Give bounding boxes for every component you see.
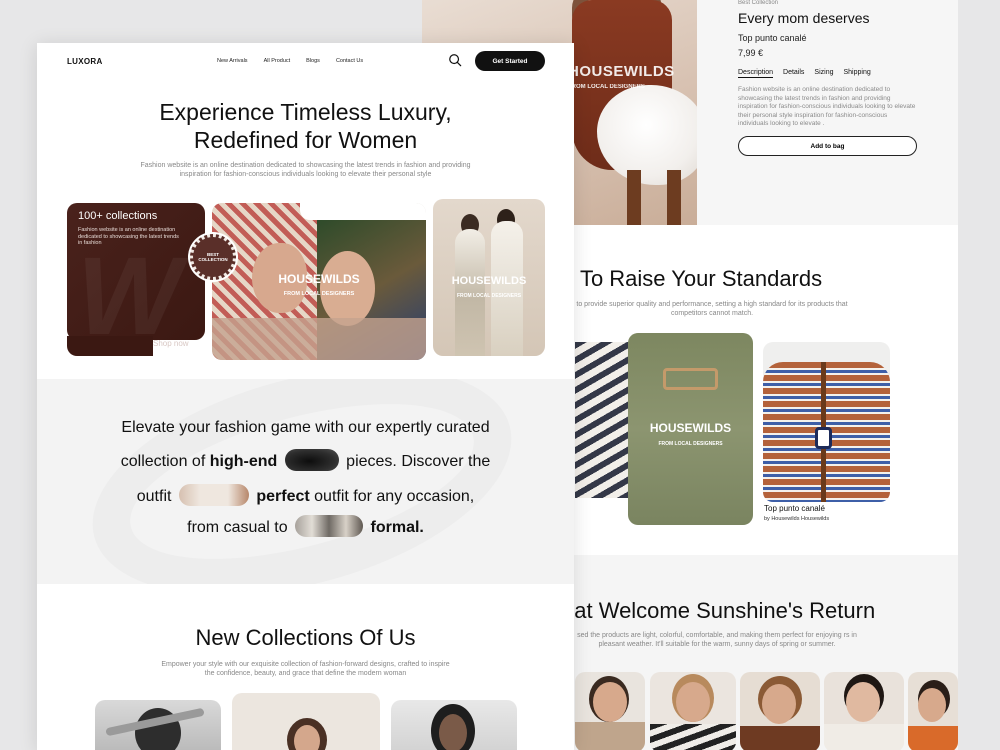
statement-section: Elevate your fashion game with our exper…: [37, 379, 574, 584]
top-navbar: LUXORA New Arrivals All Product Blogs Co…: [37, 43, 574, 79]
tab-sizing[interactable]: Sizing: [814, 69, 833, 78]
hero-watermark-sub: FROM LOCAL DESIGNERS: [568, 84, 645, 90]
collection-item[interactable]: [232, 693, 380, 750]
nav-blogs[interactable]: Blogs: [306, 58, 320, 64]
right-card-watermark: HOUSEWILDS: [451, 275, 527, 287]
hero-title: Experience Timeless Luxury, Redefined fo…: [37, 98, 574, 154]
nav-links: New Arrivals All Product Blogs Contact U…: [217, 58, 363, 64]
brand-logo[interactable]: LUXORA: [67, 57, 103, 66]
right-card-watermark-sub: FROM LOCAL DESIGNERS: [456, 293, 522, 299]
product-description: Fashion website is an online destination…: [738, 86, 916, 127]
hero-description: Fashion website is an online destination…: [140, 162, 471, 178]
model-thumbnail[interactable]: [650, 672, 736, 750]
model-thumbnail[interactable]: [908, 672, 958, 750]
best-collection-badge: BEST COLLECTION: [190, 234, 236, 280]
mid-card-watermark: HOUSEWILDS: [278, 272, 360, 286]
tab-shipping[interactable]: Shipping: [844, 69, 871, 78]
statement-line1: Elevate your fashion game with our exper…: [121, 419, 490, 436]
outfit-thumbnail: [178, 484, 249, 506]
sunshine-text: sed the products are light, colorful, co…: [577, 632, 857, 648]
model-thumbnail[interactable]: [824, 672, 904, 750]
collections-description: Empower your style with our exquisite co…: [161, 661, 450, 677]
collection-item[interactable]: [95, 700, 221, 750]
high-end-thumbnail: [284, 449, 339, 471]
hero-watermark: HOUSEWILDS: [568, 63, 675, 80]
product-eyebrow: Best Collection: [738, 0, 779, 6]
product-card-watermark: HOUSEWILDS: [649, 421, 732, 435]
model-thumbnail[interactable]: [575, 672, 645, 750]
nav-contact-us[interactable]: Contact Us: [336, 58, 363, 64]
shop-now-link[interactable]: Shop now: [153, 339, 189, 348]
statement-line2: collection of high-end pieces. Discover …: [37, 449, 574, 473]
mid-card-watermark-sub: FROM LOCAL DESIGNERS: [283, 291, 355, 297]
get-started-button[interactable]: Get Started: [475, 51, 545, 71]
badge-line2: COLLECTION: [198, 257, 228, 262]
add-to-bag-button[interactable]: Add to bag: [738, 136, 917, 156]
nav-new-arrivals[interactable]: New Arrivals: [217, 58, 248, 64]
product-price: 7,99 €: [738, 48, 764, 58]
product-card-watermark-sub: FROM LOCAL DESIGNERS: [658, 441, 723, 447]
hero-title-line2: Redefined for Women: [193, 127, 418, 153]
collections-card[interactable]: W 100+ collections Fashion website is an…: [67, 203, 205, 340]
collection-item[interactable]: [391, 700, 517, 750]
collections-count: 100+ collections: [78, 210, 158, 222]
search-icon[interactable]: [448, 53, 462, 67]
collections-heading: New Collections Of Us: [195, 625, 416, 650]
tab-description[interactable]: Description: [738, 69, 774, 78]
featured-product-brand: by Housewilds Housewilds: [764, 516, 830, 522]
model-thumbnail[interactable]: [740, 672, 820, 750]
tab-details[interactable]: Details: [783, 69, 804, 78]
standards-heading: e To Raise Your Standards: [562, 266, 823, 291]
landing-page: LUXORA New Arrivals All Product Blogs Co…: [37, 43, 574, 750]
product-tabs: Description Details Sizing Shipping: [738, 69, 871, 78]
product-name: Top punto canalé: [738, 33, 807, 43]
standards-text: to provide superior quality and performa…: [576, 301, 848, 317]
formal-thumbnail: [295, 515, 364, 537]
featured-product-name[interactable]: Top punto canalé: [764, 504, 825, 513]
collections-text: Fashion website is an online destination…: [78, 227, 179, 246]
statement-line3: outfit perfect outfit for any occasion,: [37, 484, 574, 508]
green-knit-card[interactable]: HOUSEWILDS FROM LOCAL DESIGNERS: [628, 333, 753, 525]
hero-title-line1: Experience Timeless Luxury,: [159, 99, 452, 125]
statement-line4: from casual to formal.: [37, 515, 574, 539]
collections-card-tab: [67, 336, 153, 356]
product-title: Every mom deserves: [738, 10, 870, 26]
nav-all-product[interactable]: All Product: [264, 58, 291, 64]
sunshine-heading: hat Welcome Sunshine's Return: [562, 598, 876, 623]
zip-sweater-card[interactable]: [763, 342, 890, 502]
